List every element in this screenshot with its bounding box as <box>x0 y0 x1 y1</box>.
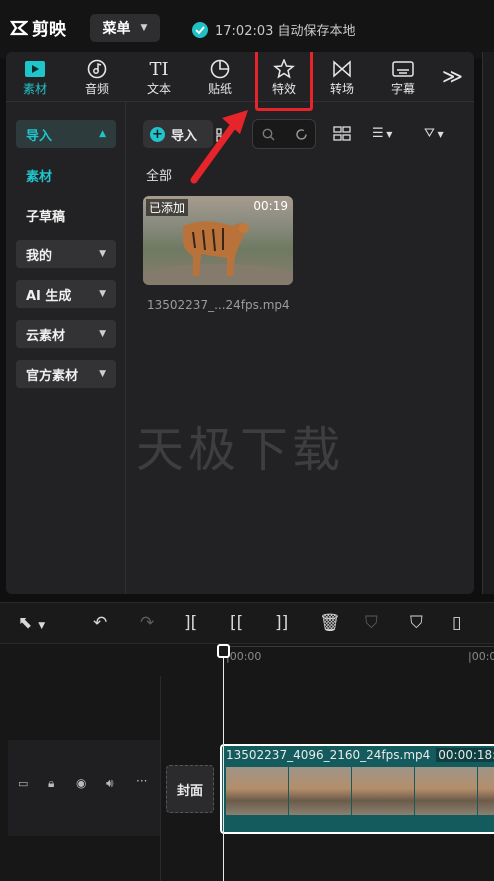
undo-icon[interactable]: ↶ <box>93 613 107 633</box>
watermark-text: 天极下载 <box>136 422 345 478</box>
timeline-toolbar: ⬉ ▼ ↶ ↷ ][ [[ ]] 🗑︎ ⛉ ⛉ ▯ <box>0 602 494 644</box>
split-left-icon[interactable]: [[ <box>230 613 243 633</box>
chevron-down-icon: ▼ <box>99 289 106 299</box>
chevron-down-icon: ▼ <box>99 329 106 339</box>
clip-name: 13502237_4096_2160_24fps.mp4 <box>226 748 431 762</box>
chevron-down-icon: ▼ <box>99 369 106 379</box>
sidebar-item-label: 我的 <box>26 248 53 264</box>
marker-icon[interactable]: ⛉ <box>410 613 423 633</box>
clip-duration: 00:00:18:0 <box>436 748 494 762</box>
clip-header: 13502237_4096_2160_24fps.mp4 00:00:18:0 <box>226 748 494 762</box>
cover-button[interactable]: 封面 <box>166 765 214 813</box>
added-badge: 已添加 <box>146 199 189 216</box>
sidebar-item-label: 官方素材 <box>26 368 79 384</box>
clip-frame <box>289 767 351 815</box>
more-options-icon[interactable]: ··· <box>136 774 147 788</box>
redo-icon: ↷ <box>140 613 155 633</box>
freeze-frame-icon[interactable]: ▯ <box>452 613 461 633</box>
timeline-tracks: |00:00 |00:0 ▭ 🔒︎ ◉ 🔊︎ ··· 封面 13502237_4… <box>0 644 494 881</box>
sidebar-item-draft[interactable]: 子草稿 <box>26 206 65 225</box>
split-right-icon[interactable]: ]] <box>275 613 288 633</box>
sidebar-item-cloud[interactable]: 云素材 ▼ <box>16 320 116 348</box>
sidebar-item-ai[interactable]: AI 生成 ▼ <box>16 280 116 308</box>
playhead-handle[interactable] <box>217 644 230 658</box>
clip-frame <box>415 767 477 815</box>
delete-icon[interactable]: 🗑︎ <box>319 613 341 633</box>
sidebar-item-label: AI 生成 <box>26 288 72 304</box>
clip-frames <box>226 767 494 815</box>
sidebar-item-mine[interactable]: 我的 ▼ <box>16 240 116 268</box>
ruler-line <box>230 646 494 647</box>
sidebar-item-official[interactable]: 官方素材 ▼ <box>16 360 116 388</box>
right-panel-edge <box>482 52 494 594</box>
media-filename: 13502237_...24fps.mp4 <box>147 298 290 312</box>
red-arrow-annotation <box>190 110 248 184</box>
clip-frame <box>478 767 494 815</box>
lock-icon[interactable]: 🔒︎ <box>48 776 54 791</box>
split-icon[interactable]: ][ <box>184 613 197 633</box>
eye-icon[interactable]: ◉ <box>76 776 86 790</box>
track-divider <box>160 676 161 881</box>
media-thumbnail[interactable]: 已添加 00:19 <box>143 196 293 285</box>
clip-frame <box>226 767 288 815</box>
ruler-start: |00:00 <box>226 650 262 663</box>
sidebar-item-label: 云素材 <box>26 328 66 344</box>
media-duration: 00:19 <box>253 199 288 213</box>
track-header: ▭ 🔒︎ ◉ 🔊︎ ··· <box>8 740 160 836</box>
track-thumbnail-icon[interactable]: ▭ <box>18 777 28 790</box>
ruler-next: |00:0 <box>468 650 494 663</box>
playhead-line[interactable] <box>223 648 224 881</box>
volume-icon[interactable]: 🔊︎ <box>106 776 114 791</box>
chevron-down-icon: ▼ <box>99 249 106 259</box>
video-clip[interactable]: 13502237_4096_2160_24fps.mp4 00:00:18:0 <box>220 744 494 834</box>
select-cursor-icon[interactable]: ⬉ ▼ <box>18 613 45 633</box>
clip-frame <box>352 767 414 815</box>
shield-icon: ⛉ <box>365 613 378 633</box>
